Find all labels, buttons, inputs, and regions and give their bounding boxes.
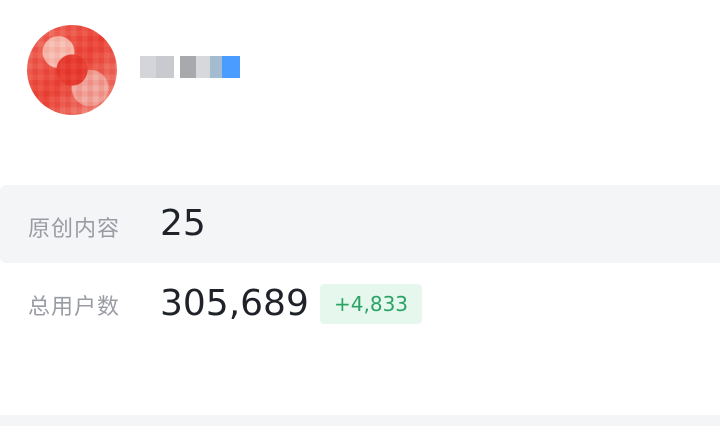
redaction-block: [210, 56, 222, 78]
original-content-value: 25: [160, 203, 206, 244]
avatar[interactable]: [27, 25, 117, 115]
username-redacted: [140, 54, 240, 80]
avatar-mosaic-overlay: [27, 25, 117, 115]
redaction-block: [196, 56, 210, 78]
bottom-divider: [0, 415, 720, 426]
stats-row-total-users: 总用户数 305,689 +4,833: [0, 263, 720, 341]
original-content-label: 原创内容: [28, 217, 121, 242]
stats-panel: 原创内容 25 总用户数 305,689 +4,833: [0, 185, 720, 341]
profile-header: [0, 0, 720, 150]
total-users-label: 总用户数: [28, 295, 121, 320]
total-users-delta-badge: +4,833: [320, 284, 423, 324]
redaction-block: [180, 56, 196, 78]
stats-row-original-content: 原创内容 25: [0, 185, 720, 263]
total-users-value: 305,689: [160, 283, 309, 324]
redaction-block: [222, 56, 240, 78]
redaction-block: [156, 56, 174, 78]
